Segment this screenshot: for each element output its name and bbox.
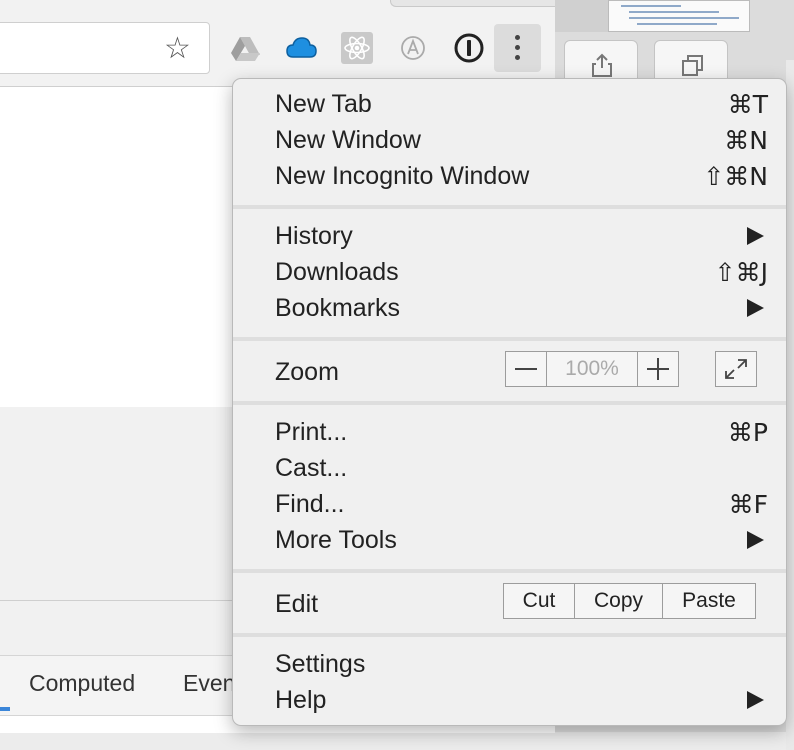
menu-item-label: Zoom [275, 358, 339, 386]
menu-item-more-tools[interactable]: More Tools [233, 523, 786, 559]
menu-item-bookmarks[interactable]: Bookmarks [233, 291, 786, 327]
menu-item-label: Find... [275, 490, 345, 518]
menu-item-label: Print... [275, 418, 348, 446]
menu-item-zoom: Zoom 100% [233, 351, 786, 391]
shortcut-label: ⇧⌘J [714, 258, 768, 287]
menu-item-new-tab[interactable]: New Tab ⌘T [233, 87, 786, 123]
menu-item-history[interactable]: History [233, 219, 786, 255]
menu-separator [233, 401, 786, 405]
zoom-controls: 100% [505, 351, 679, 387]
menu-item-label: New Tab [275, 90, 372, 118]
submenu-arrow-icon [747, 299, 764, 317]
menu-item-label: History [275, 222, 353, 250]
cut-button[interactable]: Cut [504, 584, 575, 618]
menu-separator [233, 337, 786, 341]
menu-separator [233, 205, 786, 209]
browser-main-menu: New Tab ⌘T New Window ⌘N New Incognito W… [232, 78, 787, 726]
menu-item-label: New Window [275, 126, 421, 154]
menu-separator [233, 569, 786, 573]
active-tab-indicator [0, 707, 10, 711]
menu-item-new-window[interactable]: New Window ⌘N [233, 123, 786, 159]
menu-item-new-incognito-window[interactable]: New Incognito Window ⇧⌘N [233, 159, 786, 195]
tab-strip-edge [390, 0, 556, 7]
shortcut-label: ⌘T [727, 90, 768, 119]
shortcut-label: ⇧⌘N [703, 162, 768, 191]
menu-item-settings[interactable]: Settings [233, 647, 786, 683]
tab-event-listeners[interactable]: Even [183, 670, 235, 697]
menu-item-label: New Incognito Window [275, 162, 530, 190]
background-window-edge [786, 60, 794, 750]
cloud-icon[interactable] [284, 31, 318, 65]
more-vertical-icon[interactable] [494, 24, 541, 72]
zoom-out-button[interactable] [506, 352, 547, 386]
react-devtools-icon[interactable] [340, 31, 374, 65]
tab-computed[interactable]: Computed [29, 670, 135, 697]
menu-separator [233, 633, 786, 637]
menu-item-print[interactable]: Print... ⌘P [233, 415, 786, 451]
copy-button[interactable]: Copy [575, 584, 663, 618]
shortcut-label: ⌘F [728, 490, 768, 519]
zoom-in-button[interactable] [637, 352, 678, 386]
submenu-arrow-icon [747, 531, 764, 549]
shortcut-label: ⌘P [727, 418, 768, 447]
code-thumbnail [608, 0, 750, 32]
1password-icon[interactable] [452, 31, 486, 65]
menu-item-label: Settings [275, 650, 366, 678]
shortcut-label: ⌘N [724, 126, 768, 155]
zoom-level: 100% [565, 357, 619, 380]
autofill-a-icon[interactable] [396, 31, 430, 65]
menu-item-label: Help [275, 686, 327, 714]
menu-item-label: Bookmarks [275, 294, 401, 322]
edit-controls: Cut Copy Paste [503, 583, 756, 619]
menu-item-help[interactable]: Help [233, 683, 786, 719]
menu-item-label: Cast... [275, 454, 348, 482]
submenu-arrow-icon [747, 691, 764, 709]
google-drive-icon[interactable] [228, 31, 262, 65]
menu-item-edit: Edit Cut Copy Paste [233, 583, 786, 623]
menu-item-label: Edit [275, 590, 319, 618]
menu-item-cast[interactable]: Cast... [233, 451, 786, 487]
menu-item-downloads[interactable]: Downloads ⇧⌘J [233, 255, 786, 291]
fullscreen-icon[interactable] [715, 351, 757, 387]
menu-item-label: Downloads [275, 258, 399, 286]
menu-item-find[interactable]: Find... ⌘F [233, 487, 786, 523]
bookmark-star-icon[interactable]: ☆ [164, 34, 191, 64]
submenu-arrow-icon [747, 227, 764, 245]
paste-button[interactable]: Paste [663, 584, 755, 618]
menu-item-label: More Tools [275, 526, 397, 554]
